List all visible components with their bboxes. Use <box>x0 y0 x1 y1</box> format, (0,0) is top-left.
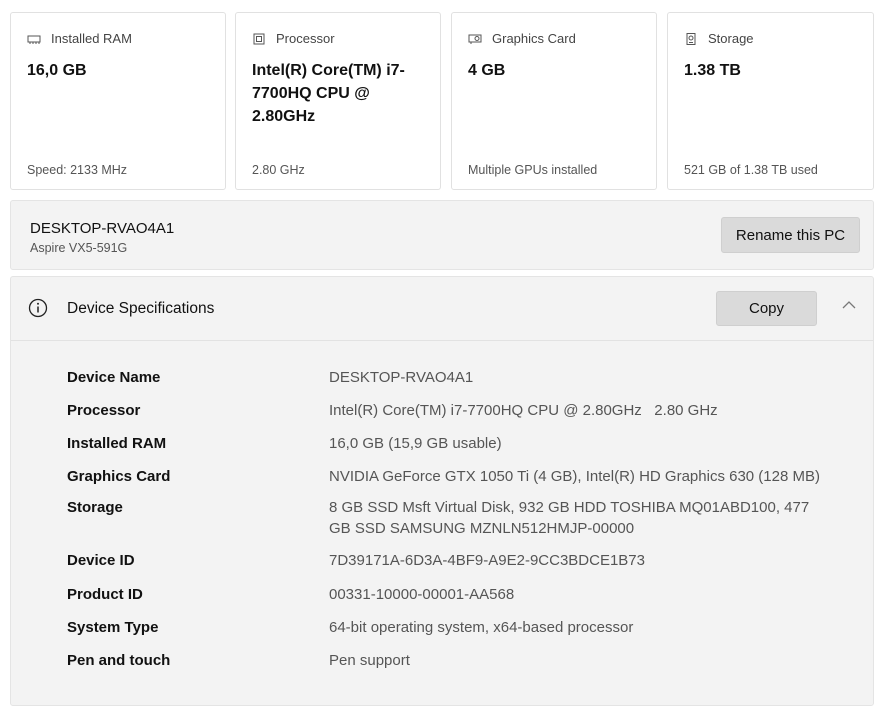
ram-icon <box>27 35 41 44</box>
pc-name-panel: DESKTOP-RVAO4A1 Aspire VX5-591G Rename t… <box>10 200 874 270</box>
spec-label: Pen and touch <box>67 652 171 669</box>
spec-value: 8 GB SSD Msft Virtual Disk, 932 GB HDD T… <box>329 499 814 537</box>
spec-value: 00331-10000-00001-AA568 <box>329 586 515 603</box>
spec-label: Product ID <box>67 586 143 603</box>
card-header: Storage <box>684 31 754 46</box>
spec-label: Device ID <box>67 552 135 569</box>
card-graphics-card: Graphics Card 4 GB Multiple GPUs install… <box>451 12 657 190</box>
card-header: Processor <box>252 31 335 46</box>
pc-model: Aspire VX5-591G <box>30 241 128 255</box>
graphics-card-icon <box>468 34 482 44</box>
card-header: Installed RAM <box>27 31 132 46</box>
spec-value: 7D39171A-6D3A-4BF9-A9E2-9CC3BDCE1B73 <box>329 552 645 569</box>
spec-value: NVIDIA GeForce GTX 1050 Ti (4 GB), Intel… <box>329 468 820 485</box>
card-header: Graphics Card <box>468 31 576 46</box>
copy-button[interactable]: Copy <box>716 291 817 326</box>
card-subtext: Multiple GPUs installed <box>468 163 598 177</box>
info-icon <box>28 298 48 318</box>
card-value: Intel(R) Core(TM) i7-7700HQ CPU @ 2.80GH… <box>252 62 405 125</box>
card-subtext: 521 GB of 1.38 TB used <box>684 163 818 177</box>
card-value: 16,0 GB <box>27 62 87 79</box>
storage-icon <box>686 32 696 45</box>
device-specifications-panel: Device Specifications Copy Device Name D… <box>10 276 874 706</box>
spec-label: System Type <box>67 619 159 636</box>
card-title: Processor <box>276 31 335 46</box>
card-value: 1.38 TB <box>684 62 741 79</box>
card-title: Graphics Card <box>492 31 576 46</box>
spec-value: Intel(R) Core(TM) i7-7700HQ CPU @ 2.80GH… <box>329 402 718 419</box>
processor-icon <box>253 33 265 44</box>
card-title: Installed RAM <box>51 31 132 46</box>
spec-value: Pen support <box>329 652 410 669</box>
device-specifications-title: Device Specifications <box>67 300 215 317</box>
device-specifications-header[interactable]: Device Specifications Copy <box>11 277 873 341</box>
spec-label: Device Name <box>67 369 161 386</box>
chevron-up-icon[interactable] <box>841 299 857 311</box>
spec-label: Processor <box>67 402 141 419</box>
card-title: Storage <box>708 31 754 46</box>
card-subtext: 2.80 GHz <box>252 163 305 177</box>
spec-value: 16,0 GB (15,9 GB usable) <box>329 435 502 452</box>
spec-value: DESKTOP-RVAO4A1 <box>329 369 474 386</box>
pc-name: DESKTOP-RVAO4A1 <box>30 220 175 237</box>
card-storage: Storage 1.38 TB 521 GB of 1.38 TB used <box>667 12 874 190</box>
spec-value: 64-bit operating system, x64-based proce… <box>329 619 634 636</box>
spec-label: Storage <box>67 499 123 516</box>
card-installed-ram: Installed RAM 16,0 GB Speed: 2133 MHz <box>10 12 226 190</box>
spec-label: Graphics Card <box>67 468 171 485</box>
spec-label: Installed RAM <box>67 435 167 452</box>
card-value: 4 GB <box>468 62 506 79</box>
rename-pc-button[interactable]: Rename this PC <box>721 217 860 253</box>
card-subtext: Speed: 2133 MHz <box>27 163 128 177</box>
card-processor: Processor Intel(R) Core(TM) i7-7700HQ CP… <box>235 12 441 190</box>
